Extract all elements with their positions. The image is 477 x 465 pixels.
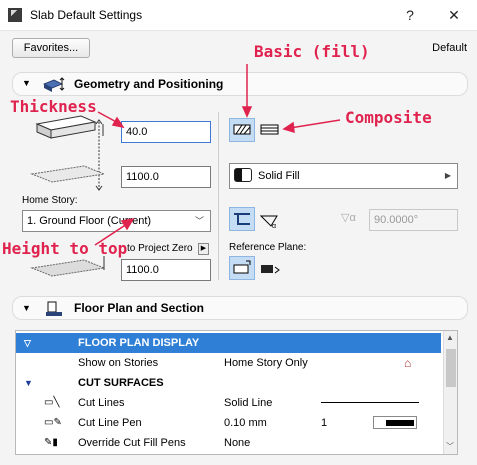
pen-number: 1 bbox=[321, 417, 328, 429]
row-name: Cut Line Pen bbox=[78, 417, 142, 429]
reference-plane-label: Reference Plane: bbox=[229, 242, 307, 253]
default-button[interactable]: Default bbox=[432, 42, 467, 54]
row-name: Show on Stories bbox=[78, 357, 159, 369]
collapse-arrow-icon[interactable]: ▼ bbox=[22, 78, 31, 88]
list-item[interactable]: ✎▮ Override Cut Fill Pens None bbox=[16, 433, 441, 453]
cut-line-icon: ▭╲ bbox=[44, 397, 60, 408]
fill-value: Solid Fill bbox=[258, 170, 300, 182]
solid-fill-icon bbox=[234, 168, 252, 182]
custom-angle-button[interactable]: α bbox=[258, 208, 282, 230]
composite-button[interactable] bbox=[258, 119, 282, 141]
app-icon bbox=[8, 8, 22, 22]
list-item[interactable]: Show on Stories Home Story Only ⌂ bbox=[16, 353, 441, 373]
popup-arrow-icon: ▶ bbox=[444, 171, 451, 180]
fill-select[interactable]: Solid Fill ▶ bbox=[229, 163, 458, 189]
chevron-down-icon: ﹀ bbox=[194, 216, 204, 226]
height-to-top-annotation: Height to top bbox=[2, 239, 128, 258]
geometry-header-title: Geometry and Positioning bbox=[74, 77, 224, 91]
column-divider bbox=[218, 112, 219, 280]
row-value: 0.10 mm bbox=[224, 417, 267, 429]
row-name: Override Cut Fill Pens bbox=[78, 437, 186, 449]
pen-icon: ▭✎ bbox=[44, 417, 62, 428]
close-button[interactable]: ✕ bbox=[440, 4, 468, 26]
list-item[interactable]: ▼ CUT SURFACES bbox=[16, 373, 441, 393]
reference-level-field[interactable]: 1100.0 bbox=[121, 259, 211, 281]
row-name: Cut Lines bbox=[78, 397, 125, 409]
row-value: Solid Line bbox=[224, 397, 273, 409]
offset-field[interactable]: 1100.0 bbox=[121, 166, 211, 188]
reference-plane-bottom-button[interactable] bbox=[258, 257, 282, 279]
expand-arrow-icon[interactable]: ▼ bbox=[24, 373, 33, 393]
collapse-arrow-icon[interactable]: ▼ bbox=[22, 303, 31, 313]
slab-geometry-icon bbox=[43, 77, 65, 92]
row-value: Home Story Only bbox=[224, 357, 308, 369]
override-pen-icon: ✎▮ bbox=[44, 437, 58, 448]
composite-annotation: Composite bbox=[345, 108, 432, 127]
home-story-select[interactable]: 1. Ground Floor (Current) ﹀ bbox=[22, 210, 211, 232]
home-story-label: Home Story: bbox=[22, 195, 78, 206]
row-name: FLOOR PLAN DISPLAY bbox=[78, 337, 200, 349]
home-story-value: 1. Ground Floor (Current) bbox=[27, 215, 152, 227]
thickness-annotation: Thickness bbox=[10, 97, 97, 116]
help-button[interactable]: ? bbox=[396, 4, 424, 26]
angle-field: 90.0000° bbox=[369, 209, 458, 231]
window-title: Slab Default Settings bbox=[30, 8, 143, 22]
floor-plan-header-title: Floor Plan and Section bbox=[74, 301, 205, 315]
property-grid: ▽ FLOOR PLAN DISPLAY Show on Stories Hom… bbox=[15, 330, 458, 455]
row-name: CUT SURFACES bbox=[78, 377, 164, 389]
reference-level-popup-icon[interactable]: ▶ bbox=[198, 243, 209, 255]
favorites-button[interactable]: Favorites... bbox=[12, 38, 90, 58]
reference-plane-top-button[interactable] bbox=[229, 256, 255, 280]
list-item[interactable]: ▭╲ Cut Lines Solid Line bbox=[16, 393, 441, 413]
basic-fill-button[interactable] bbox=[229, 118, 255, 142]
floor-plan-icon bbox=[46, 301, 62, 316]
thickness-field[interactable]: 40.0 bbox=[121, 121, 211, 143]
scroll-down-icon[interactable]: ﹀ bbox=[446, 441, 454, 452]
line-preview bbox=[321, 402, 419, 403]
angle-mode-button[interactable] bbox=[229, 207, 255, 231]
row-value: None bbox=[224, 437, 251, 449]
svg-text:α: α bbox=[272, 223, 276, 230]
scrollbar-thumb[interactable] bbox=[446, 349, 456, 387]
angle-icon: ▽α bbox=[341, 212, 356, 224]
reference-level-label: to Project Zero bbox=[127, 243, 193, 254]
basic-fill-annotation: Basic (fill) bbox=[254, 42, 370, 61]
reference-level-icon bbox=[30, 256, 106, 277]
list-item[interactable]: ▽ FLOOR PLAN DISPLAY bbox=[16, 333, 441, 353]
expand-arrow-icon[interactable]: ▽ bbox=[24, 333, 31, 353]
story-plane-icon bbox=[30, 165, 106, 183]
story-icon: ⌂ bbox=[404, 356, 412, 370]
scroll-up-icon[interactable]: ▲ bbox=[446, 333, 454, 342]
list-item[interactable]: ▭✎ Cut Line Pen 0.10 mm 1 bbox=[16, 413, 441, 433]
pen-swatch[interactable] bbox=[373, 416, 417, 429]
